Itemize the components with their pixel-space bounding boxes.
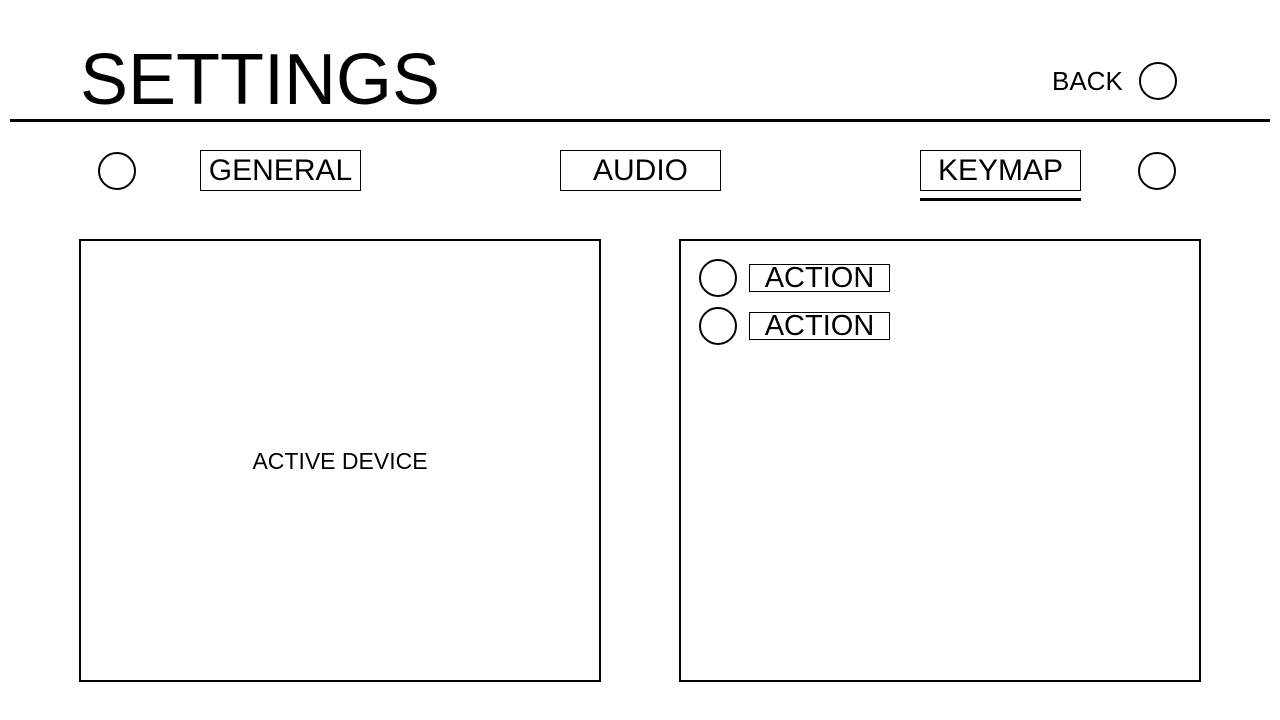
tab-keymap[interactable]: KEYMAP [920,150,1081,191]
active-device-panel: ACTIVE DEVICE [79,239,601,682]
tab-prev-circle-icon[interactable] [98,152,136,190]
tab-next-circle-icon[interactable] [1138,152,1176,190]
page-title: SETTINGS [80,40,441,120]
back-label: BACK [1052,66,1123,96]
active-device-label: ACTIVE DEVICE [252,448,428,474]
action-label[interactable]: ACTION [749,264,890,293]
action-circle-icon[interactable] [699,307,737,345]
action-label[interactable]: ACTION [749,312,890,341]
active-tab-indicator [920,198,1081,201]
header-divider [10,119,1270,122]
back-button[interactable]: BACK [1052,62,1177,100]
back-circle-icon[interactable] [1138,62,1177,100]
action-row[interactable]: ACTION [699,307,890,345]
keymap-panel: ACTION ACTION [679,239,1201,682]
action-row[interactable]: ACTION [699,259,890,297]
tab-general[interactable]: GENERAL [200,150,361,191]
tab-audio[interactable]: AUDIO [560,150,721,191]
action-circle-icon[interactable] [699,259,737,297]
